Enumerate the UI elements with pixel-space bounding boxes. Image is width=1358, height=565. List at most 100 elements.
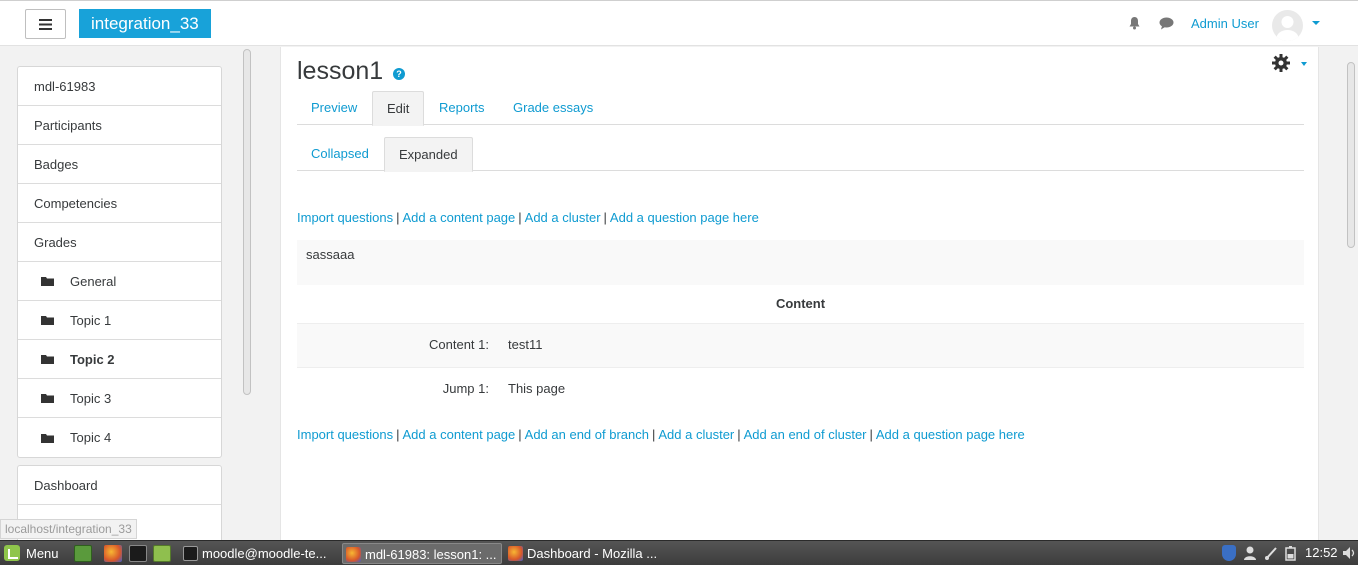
sidebar-item-label: Topic 2 <box>70 351 115 367</box>
firefox-launcher-icon[interactable] <box>104 545 122 562</box>
sidebar-item-label: Badges <box>34 156 79 172</box>
task-label: mdl-61983: lesson1: ... <box>365 547 497 562</box>
add-question-page-link[interactable]: Add a question page here <box>876 427 1025 442</box>
lesson-tabs: Preview Edit Reports Grade essays <box>297 91 1304 126</box>
content-table-header: Content <box>775 296 826 311</box>
folder-icon <box>41 433 54 443</box>
course-nav-block: mdl-61983 Participants Badges Competencies G… <box>17 66 222 458</box>
sidebar-item-label: mdl-61983 <box>34 78 96 94</box>
add-cluster-link[interactable]: Add a cluster <box>658 427 734 442</box>
terminal-launcher-icon[interactable] <box>129 545 147 562</box>
notifications-bell-icon[interactable] <box>1128 16 1141 33</box>
sidebar-item-mdl-61983[interactable]: mdl-61983 <box>18 67 221 106</box>
mint-logo-icon <box>4 545 20 561</box>
main-region: lesson1 ? Preview Edit Reports Grade ess… <box>280 47 1319 540</box>
messages-chat-icon[interactable] <box>1159 17 1174 33</box>
sidebar-item-label: Topic 3 <box>70 390 112 406</box>
folder-icon <box>41 277 54 286</box>
add-question-page-link[interactable]: Add a question page here <box>610 210 759 225</box>
add-cluster-link[interactable]: Add a cluster <box>525 210 601 225</box>
folder-icon <box>41 394 54 403</box>
os-taskbar: Menu moodle@moodle-te... mdl-61983: less… <box>0 540 1358 565</box>
tab-reports[interactable]: Reports <box>425 91 499 125</box>
firefox-icon <box>508 546 523 561</box>
user-avatar[interactable] <box>1272 10 1303 41</box>
hamburger-menu-button[interactable] <box>25 9 66 39</box>
terminal-icon <box>183 546 198 561</box>
row-key: Jump 1: <box>442 381 489 396</box>
files-launcher-icon[interactable] <box>153 545 171 562</box>
drawer-scrollbar-thumb[interactable] <box>243 49 251 395</box>
import-questions-link[interactable]: Import questions <box>297 427 393 442</box>
tab-edit[interactable]: Edit <box>372 91 425 126</box>
subtab-collapsed[interactable]: Collapsed <box>297 137 383 171</box>
update-shield-icon[interactable] <box>1222 545 1236 561</box>
sidebar-item-label: General <box>70 273 117 289</box>
firefox-icon <box>346 547 361 562</box>
sidebar-item-topic-4[interactable]: Topic 4 <box>18 418 221 457</box>
start-menu-label: Menu <box>26 545 59 561</box>
sidebar-item-label: Competencies <box>34 195 118 211</box>
add-end-of-branch-link[interactable]: Add an end of branch <box>525 427 649 442</box>
taskbar-item-dashboard[interactable]: Dashboard - Mozilla ... <box>505 543 665 564</box>
folder-icon <box>41 355 54 364</box>
edit-mode-subtabs: Collapsed Expanded <box>297 137 1304 172</box>
add-content-page-link[interactable]: Add a content page <box>403 427 516 442</box>
task-label: moodle@moodle-te... <box>202 546 327 561</box>
nav-drawer: mdl-61983 Participants Badges Competencies G… <box>0 47 240 545</box>
sidebar-item-general[interactable]: General <box>18 262 221 301</box>
lesson-page-title: sassaaa <box>306 247 355 262</box>
row-value: This page <box>508 381 566 396</box>
volume-tray-icon[interactable] <box>1342 545 1356 561</box>
gear-menu-caret-icon[interactable] <box>1301 62 1307 66</box>
sidebar-item-label: Dashboard <box>34 477 98 493</box>
taskbar-item-lesson[interactable]: mdl-61983: lesson1: ... <box>342 543 502 564</box>
page-title: lesson1 <box>297 57 384 85</box>
sidebar-item-label: Topic 1 <box>70 312 112 328</box>
sidebar-item-label: Participants <box>34 117 102 133</box>
add-content-page-link[interactable]: Add a content page <box>403 210 516 225</box>
sidebar-item-topic-2[interactable]: Topic 2 <box>18 340 221 379</box>
user-menu-name[interactable]: Admin User <box>1191 16 1259 31</box>
subtab-expanded[interactable]: Expanded <box>384 137 473 172</box>
row-value: test11 <box>508 337 543 352</box>
sidebar-item-topic-3[interactable]: Topic 3 <box>18 379 221 418</box>
network-tray-icon[interactable] <box>1264 545 1278 561</box>
status-url-tooltip: localhost/integration_33 <box>0 519 137 539</box>
add-end-of-cluster-link[interactable]: Add an end of cluster <box>744 427 867 442</box>
sidebar-item-topic-1[interactable]: Topic 1 <box>18 301 221 340</box>
sidebar-item-grades[interactable]: Grades <box>18 223 221 262</box>
gear-icon[interactable] <box>1271 53 1291 76</box>
show-desktop-icon[interactable] <box>74 545 92 562</box>
user-menu-caret-icon[interactable] <box>1312 21 1320 25</box>
sidebar-item-label: Grades <box>34 234 77 250</box>
page-scrollbar-thumb[interactable] <box>1347 62 1355 248</box>
battery-tray-icon[interactable] <box>1284 545 1298 561</box>
drawer-scrollbar[interactable] <box>241 47 253 540</box>
sidebar-item-label: Topic 4 <box>70 430 112 445</box>
sidebar-item-badges[interactable]: Badges <box>18 145 221 184</box>
help-icon[interactable]: ? <box>393 68 405 80</box>
top-navbar: integration_33 Admin User <box>0 0 1358 46</box>
top-action-links: Import questions | Add a content page | Add … <box>297 210 759 225</box>
site-brand-link[interactable]: integration_33 <box>79 9 211 38</box>
tab-preview[interactable]: Preview <box>297 91 371 125</box>
start-menu-button[interactable]: Menu <box>4 545 59 561</box>
lesson-page-title-box: sassaaa <box>297 240 1304 285</box>
task-label: Dashboard - Mozilla ... <box>527 546 658 561</box>
folder-icon <box>41 316 54 325</box>
clock: 12:52 <box>1305 545 1338 560</box>
sidebar-item-competencies[interactable]: Competencies <box>18 184 221 223</box>
sidebar-item-participants[interactable]: Participants <box>18 106 221 145</box>
taskbar-item-terminal[interactable]: moodle@moodle-te... <box>180 543 338 564</box>
tab-grade-essays[interactable]: Grade essays <box>499 91 607 125</box>
row-key: Content 1: <box>429 337 489 352</box>
table-row: Jump 1: This page <box>297 368 1304 413</box>
sidebar-item-dashboard[interactable]: Dashboard <box>18 466 221 505</box>
user-tray-icon[interactable] <box>1243 545 1257 561</box>
page-scrollbar[interactable] <box>1344 56 1358 540</box>
table-row: Content 1: test11 <box>297 323 1304 368</box>
hamburger-icon <box>39 18 52 30</box>
bottom-action-links: Import questions | Add a content page | Add … <box>297 427 1025 442</box>
import-questions-link[interactable]: Import questions <box>297 210 393 225</box>
